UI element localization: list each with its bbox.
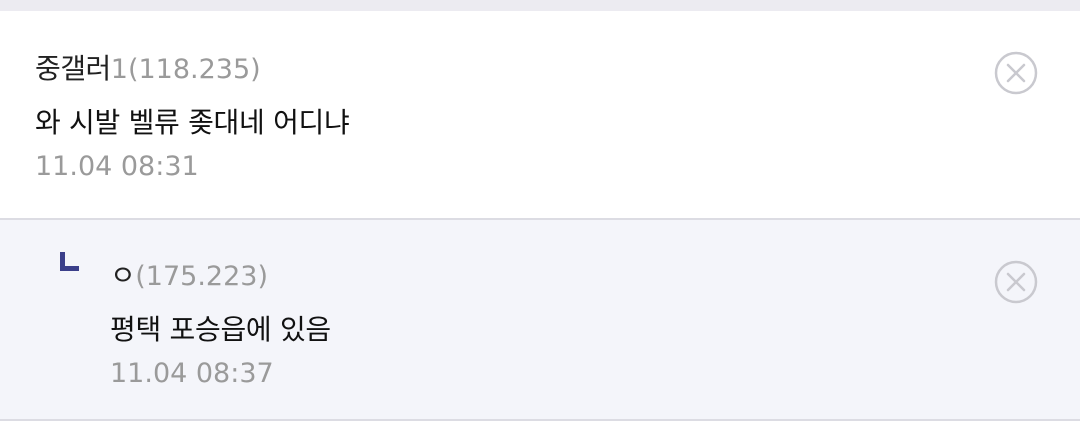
reply-content: ㅇ (175.223) 평택 포승읍에 있음 11.04 08:37 — [110, 254, 1080, 389]
comment-ip: (118.235) — [127, 54, 261, 85]
comment-nick-suffix: 1 — [110, 54, 128, 85]
reply-ip: (175.223) — [135, 261, 268, 292]
reply-arrow-icon — [60, 252, 79, 271]
delete-reply-button[interactable] — [994, 260, 1038, 304]
reply-date: 11.04 08:37 — [110, 358, 274, 389]
reply-item: ㅇ (175.223) 평택 포승읍에 있음 11.04 08:37 — [0, 220, 1080, 421]
comment-header: 중갤러 1 (118.235) — [35, 47, 1080, 87]
reply-header: ㅇ (175.223) — [110, 254, 1080, 294]
top-divider — [0, 0, 1080, 11]
circle-x-icon — [994, 51, 1038, 95]
comment-nickname[interactable]: 중갤러 — [35, 47, 111, 87]
comment-date: 11.04 08:31 — [35, 151, 199, 182]
circle-x-icon — [994, 260, 1038, 304]
reply-text: 평택 포승읍에 있음 — [110, 313, 331, 346]
comment-text: 와 시발 벨류 좆대네 어디냐 — [35, 106, 350, 139]
reply-nickname[interactable]: ㅇ — [110, 254, 136, 294]
delete-comment-button[interactable] — [994, 51, 1038, 95]
comment-item: 중갤러 1 (118.235) 와 시발 벨류 좆대네 어디냐 11.04 08… — [0, 11, 1080, 220]
